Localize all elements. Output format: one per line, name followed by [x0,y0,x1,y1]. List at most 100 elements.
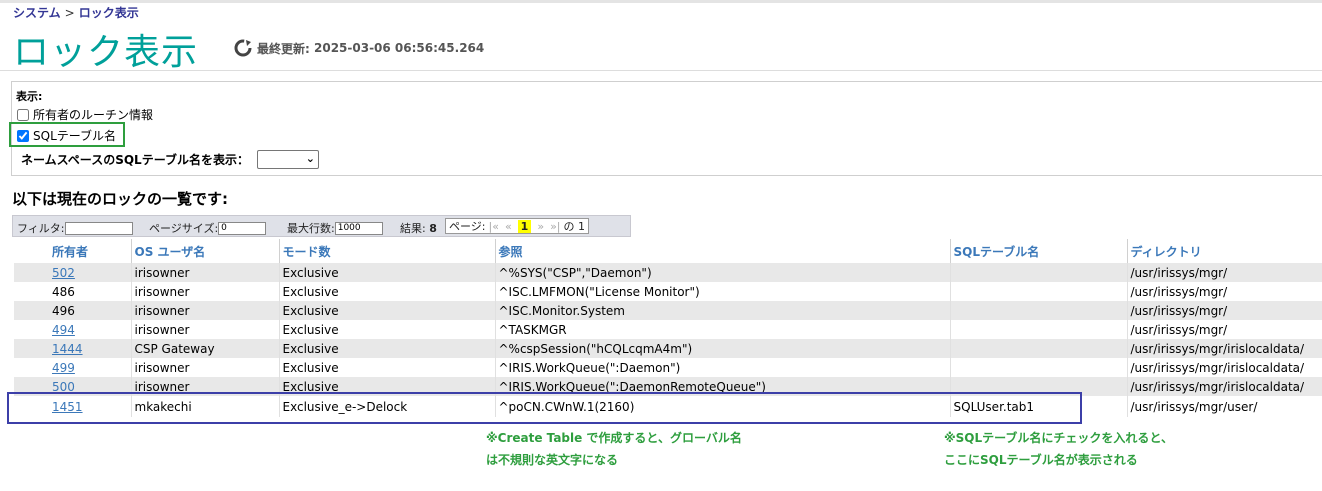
cell-directory: /usr/irissys/mgr/ [1127,263,1322,282]
cell-owner: 494 [14,320,132,339]
note-create-table: ※Create Table で作成すると、グローバル名 は不規則な英文字になる [486,427,742,471]
pager-current-page[interactable]: 1 [517,219,532,233]
namespace-select[interactable]: ⌄ [256,150,319,169]
highlighted-row-box [7,392,1082,424]
note-create-table-line2: は不規則な英文字になる [486,453,619,467]
pager-prev-button[interactable]: « [505,220,512,233]
breadcrumb-separator: > [64,6,75,20]
column-header-reference[interactable]: 参照 [495,239,951,263]
filter-input[interactable] [64,221,133,235]
cell-os-user: irisowner [131,320,280,339]
cell-directory-text: /usr/irissys/mgr/ [1130,265,1228,280]
results-label: 結果: [400,222,426,235]
cell-directory-text: /usr/irissys/mgr/irislocaldata/ [1130,360,1305,375]
last-update-label: 最終更新: [257,41,310,56]
column-header-os-user[interactable]: OS ユーザ名 [131,239,280,263]
note-create-table-line1: ※Create Table で作成すると、グローバル名 [486,431,742,445]
namespace-label: ネームスペースのSQLテーブル名を表示： [21,153,249,167]
cell-directory-text: /usr/irissys/mgr/irislocaldata/ [1130,341,1305,356]
cell-os-user: irisowner [131,282,280,301]
cell-reference-text: ^%SYS("CSP","Daemon") [498,265,652,280]
cell-os-user-text: irisowner [134,322,190,337]
note-sql-table: ※SQLテーブル名にチェックを入れると、 ここにSQLテーブル名が表示される [944,427,1173,471]
cell-mode-text: Exclusive [282,322,339,337]
page-size-group: ページサイズ: [149,220,267,236]
note-sql-table-line2: ここにSQLテーブル名が表示される [944,453,1138,467]
cell-owner-text: 486 [52,284,75,299]
cell-owner: 502 [14,263,132,282]
breadcrumb: システム > ロック表示 [13,4,139,21]
cell-mode: Exclusive [279,339,496,358]
cell-directory: /usr/irissys/mgr/ [1127,282,1322,301]
cell-sql-table [950,358,1128,377]
owner-process-link[interactable]: 502 [52,266,75,280]
cell-reference: ^ISC.Monitor.System [495,301,951,320]
refresh-icon[interactable] [233,38,253,58]
owner-process-link[interactable]: 1444 [52,342,83,356]
pager-next-button[interactable]: » [537,220,544,233]
results-group: 結果: 8 [400,220,437,236]
table-header-row: 所有者 OS ユーザ名 モード数 参照 SQLテーブル名 ディレクトリ [14,239,1322,263]
cell-reference: ^IRIS.WorkQueue(":Daemon") [495,358,951,377]
column-header-sql-table[interactable]: SQLテーブル名 [950,239,1128,263]
table-filter-bar: フィルタ: ページサイズ: 最大行数: 結果: 8 ページ: |« « 1 » … [12,215,631,237]
table-row: 1444 CSP Gateway Exclusive ^%cspSession("hC… [14,339,1322,358]
page-title: ロック表示 [13,32,199,73]
pager-last-button[interactable]: »| [550,220,560,233]
section-title: 以下は現在のロックの一覧です: [12,190,229,208]
top-divider [0,0,1322,3]
cell-reference-text: ^%cspSession("hCQLcqmA4m") [498,341,693,356]
header-divider [0,70,1322,71]
column-header-directory[interactable]: ディレクトリ [1127,239,1322,263]
results-count: 8 [429,221,437,235]
cell-mode: Exclusive [279,358,496,377]
owner-routine-label: 所有者のルーチン情報 [33,108,154,122]
pager-label: ページ: [449,220,486,233]
cell-reference-text: ^ISC.Monitor.System [498,303,625,318]
cell-directory-text: /usr/irissys/mgr/user/ [1130,399,1258,414]
max-rows-input[interactable] [334,221,383,235]
cell-directory-text: /usr/irissys/mgr/irislocaldata/ [1130,379,1305,394]
cell-os-user-text: irisowner [134,265,190,280]
cell-owner-text: 496 [52,303,75,318]
owner-routine-option[interactable]: 所有者のルーチン情報 [17,106,153,123]
page-size-input[interactable] [218,221,267,235]
column-header-owner[interactable]: 所有者 [14,239,132,263]
cell-reference: ^%SYS("CSP","Daemon") [495,263,951,282]
owner-routine-checkbox[interactable] [17,108,29,121]
breadcrumb-current[interactable]: ロック表示 [79,6,139,20]
chevron-down-icon: ⌄ [305,152,315,165]
cell-sql-table [950,320,1128,339]
cell-directory: /usr/irissys/mgr/irislocaldata/ [1127,358,1322,377]
cell-mode-text: Exclusive [282,360,339,375]
filter-group: フィルタ: [17,220,133,236]
pager-total: の 1 [563,220,586,233]
cell-os-user-text: irisowner [134,284,190,299]
cell-sql-table [950,263,1128,282]
cell-reference: ^%cspSession("hCQLcqmA4m") [495,339,951,358]
cell-sql-table [950,282,1128,301]
column-header-mode[interactable]: モード数 [279,239,496,263]
cell-mode-text: Exclusive [282,303,339,318]
cell-os-user: irisowner [131,301,280,320]
table-row: 496 irisowner Exclusive ^ISC.Monitor.System… [14,301,1322,320]
owner-process-link[interactable]: 499 [52,361,75,375]
lock-table: 所有者 OS ユーザ名 モード数 参照 SQLテーブル名 ディレクトリ 502 i… [14,239,1322,417]
cell-mode: Exclusive [279,263,496,282]
breadcrumb-root[interactable]: システム [13,6,61,20]
cell-reference-text: ^ISC.LMFMON("License Monitor") [498,284,700,299]
cell-directory-text: /usr/irissys/mgr/ [1130,284,1228,299]
cell-owner: 499 [14,358,132,377]
filter-label: フィルタ: [17,222,65,235]
namespace-row: ネームスペースのSQLテーブル名を表示： ⌄ [21,150,319,169]
pager-first-button[interactable]: |« [489,220,499,233]
cell-sql-table [950,301,1128,320]
cell-os-user: irisowner [131,358,280,377]
pager: ページ: |« « 1 » »| の 1 [445,218,589,234]
cell-mode-text: Exclusive [282,284,339,299]
max-rows-group: 最大行数: [287,220,383,236]
cell-os-user-text: irisowner [134,303,190,318]
owner-process-link[interactable]: 494 [52,323,75,337]
cell-mode: Exclusive [279,320,496,339]
cell-os-user-text: irisowner [134,360,190,375]
